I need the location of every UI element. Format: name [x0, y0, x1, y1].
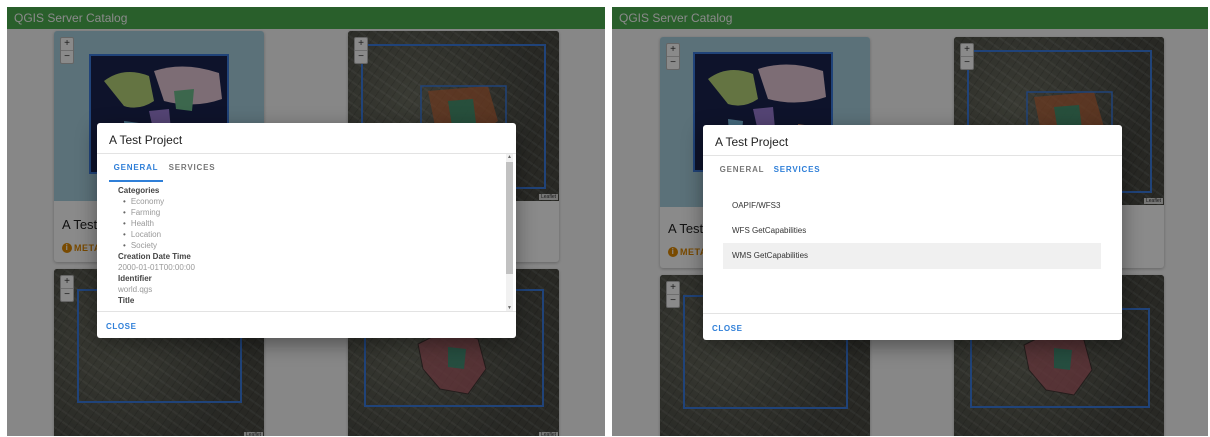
tab-general[interactable]: GENERAL [109, 156, 163, 182]
project-dialog: A Test Project GENERAL SERVICES Categori… [97, 123, 516, 338]
title-label: Title [118, 296, 135, 305]
close-button[interactable]: CLOSE [712, 324, 743, 333]
creation-label: Creation Date Time [118, 252, 191, 261]
scroll-up-icon[interactable]: ▲ [506, 154, 513, 160]
general-metadata: Categories Economy Farming Health Locati… [118, 185, 498, 306]
divider [703, 313, 1122, 314]
tab-general[interactable]: GENERAL [717, 158, 767, 184]
category-item: Economy [123, 196, 498, 207]
tab-bar: GENERAL SERVICES [109, 156, 229, 182]
left-screenshot: QGIS Server Catalog + − A Test Project i… [7, 7, 605, 436]
scroll-thumb[interactable] [506, 162, 513, 274]
category-item: Society [123, 240, 498, 251]
tab-bar: GENERAL SERVICES [717, 158, 837, 184]
tab-services[interactable]: SERVICES [771, 158, 823, 184]
identifier-value: world.qgs [118, 285, 153, 294]
divider [97, 311, 516, 312]
dialog-title: A Test Project [109, 133, 183, 147]
category-item: Farming [123, 207, 498, 218]
categories-label: Categories [118, 186, 160, 195]
identifier-label: Identifier [118, 274, 152, 283]
tab-services[interactable]: SERVICES [167, 156, 217, 182]
service-item[interactable]: WMS GetCapabilities [723, 243, 1101, 269]
close-button[interactable]: CLOSE [106, 322, 137, 331]
dialog-title: A Test Project [715, 135, 789, 149]
service-item[interactable]: OAPIF/WFS3 [723, 193, 1101, 219]
divider [703, 155, 1122, 156]
right-screenshot: QGIS Server Catalog + − A Test Project i… [612, 7, 1208, 436]
category-item: Health [123, 218, 498, 229]
service-item[interactable]: WFS GetCapabilities [723, 218, 1101, 244]
creation-value: 2000-01-01T00:00:00 [118, 263, 195, 272]
project-dialog: A Test Project GENERAL SERVICES OAPIF/WF… [703, 125, 1122, 340]
scrollbar[interactable]: ▲ ▼ [506, 154, 513, 311]
category-item: Location [123, 229, 498, 240]
categories-list: Economy Farming Health Location Society [118, 196, 498, 251]
divider [97, 153, 516, 154]
